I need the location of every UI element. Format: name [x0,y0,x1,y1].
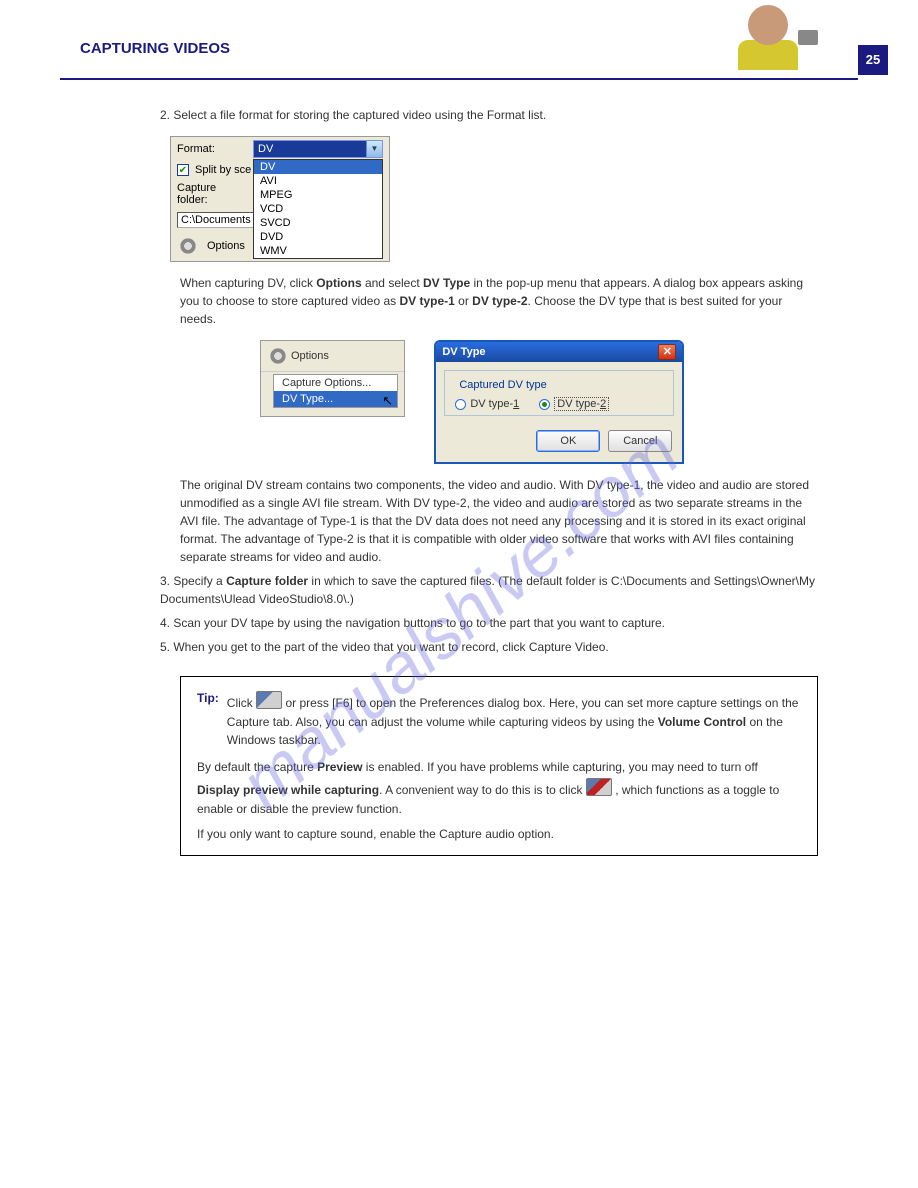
split-by-scene-label: Split by sce [195,164,251,176]
radio-icon-selected [539,399,550,410]
radio-dv-type-2[interactable]: DV type-2 [539,397,609,411]
preferences-icon [256,691,282,709]
dialog-close-button[interactable]: ✕ [658,344,676,360]
split-by-scene-checkbox[interactable]: ✔ [177,164,189,176]
tip-label: Tip: [197,689,219,708]
step-2-text: 2. Select a file format for storing the … [160,106,818,124]
options-menu-panel: Options Capture Options... DV Type...↖ [260,340,405,417]
page-number: 25 [858,45,888,75]
cancel-button[interactable]: Cancel [608,430,672,452]
step-5: 5. When you get to the part of the video… [160,638,818,656]
radio-dv-type-1[interactable]: DV type-1 [455,397,519,411]
format-option-dv[interactable]: DV [254,160,382,174]
format-dropdown-list[interactable]: DV AVI MPEG VCD SVCD DVD WMV [253,159,383,259]
format-dropdown-value: DV [258,143,273,155]
header-title: CAPTURING VIDEOS [80,40,230,57]
gear-icon [179,237,197,255]
options-menu-header: Options [261,341,404,372]
format-option-dvd[interactable]: DVD [254,230,382,244]
cursor-icon: ↖ [382,393,393,409]
options-menu-label: Options [291,350,329,362]
step-3: 3. Specify a Capture folder in which to … [160,572,818,608]
dropdown-arrow-icon[interactable]: ▼ [366,141,382,157]
format-option-svcd[interactable]: SVCD [254,216,382,230]
capture-folder-label: Capture folder: [177,182,247,206]
tip-audio: If you only want to capture sound, enabl… [197,825,801,844]
format-option-mpeg[interactable]: MPEG [254,188,382,202]
capture-format-panel: Format: DV ▼ DV AVI MPEG VCD SVCD DVD WM… [170,136,390,262]
toggle-preview-icon [586,778,612,796]
tip-box: Tip: Click or press [F6] to open the Pre… [180,676,818,856]
radio-icon [455,399,466,410]
options-popup-menu: Capture Options... DV Type...↖ [273,374,398,408]
dialog-title: DV Type [442,346,485,358]
header-decorative-person [718,0,818,76]
step-4: 4. Scan your DV tape by using the naviga… [160,614,818,632]
ok-button[interactable]: OK [536,430,600,452]
options-button[interactable]: Options [207,240,245,252]
format-option-wmv[interactable]: WMV [254,244,382,258]
format-option-vcd[interactable]: VCD [254,202,382,216]
format-option-avi[interactable]: AVI [254,174,382,188]
format-dropdown[interactable]: DV ▼ [253,140,383,158]
menu-dv-type[interactable]: DV Type...↖ [274,391,397,407]
menu-capture-options[interactable]: Capture Options... [274,375,397,391]
dv-type-dialog: DV Type ✕ Captured DV type DV type-1 DV … [434,340,684,464]
dialog-group-title: Captured DV type [455,379,550,391]
dv-type-explanation: The original DV stream contains two comp… [180,476,818,566]
dv-type-note: When capturing DV, click Options and sel… [180,274,818,328]
format-label: Format: [177,143,247,155]
gear-icon [269,347,287,365]
page-header: CAPTURING VIDEOS 25 [60,0,858,80]
